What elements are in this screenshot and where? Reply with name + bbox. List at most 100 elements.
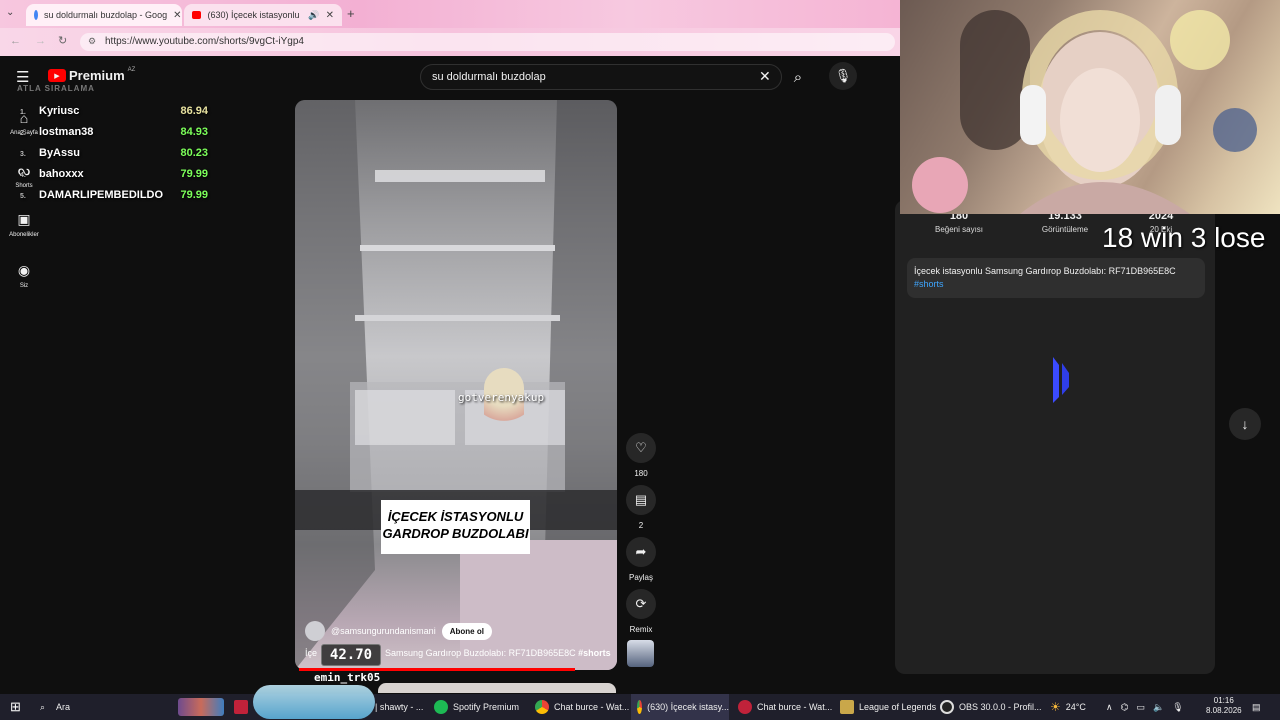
next-video-button[interactable]: ↓ [1229, 408, 1261, 440]
short-video-player[interactable] [295, 100, 617, 670]
sidebar-item-subscriptions[interactable]: ▣ Abonelikler [0, 211, 48, 238]
taskbar-app-label: Chat burce - Wat... [554, 702, 630, 712]
sidebar-item-you[interactable]: ◉ Siz [0, 262, 48, 289]
chrome-icon [535, 700, 549, 714]
speaker-icon[interactable]: 🔊 [308, 10, 319, 21]
clock[interactable]: 01:16 8.08.2026 [1206, 694, 1242, 720]
leaderboard-rank: 5. [20, 193, 26, 200]
weather-temp: 24°C [1065, 702, 1086, 712]
comment-button[interactable]: ▤ 2 [626, 485, 656, 530]
url-text: https://www.youtube.com/shorts/9vgCt-iYg… [105, 36, 304, 47]
sidebar-item-label: Abonelikler [9, 232, 39, 238]
taskbar-app-chrome-youtube[interactable]: (630) İçecek istasy... [631, 694, 729, 720]
sidebar-item-label: Siz [19, 283, 29, 289]
arrow-down-icon: ↓ [1241, 416, 1249, 432]
taskbar-app-label: Spotify Premium [453, 702, 520, 712]
tab-list-button[interactable]: ⌄ [6, 7, 14, 18]
search-icon: ⌕ [40, 701, 46, 712]
remix-button[interactable]: ⟳ Remix [626, 589, 656, 634]
leaderboard-row: 4. bahoxxx 79.99 [8, 166, 218, 186]
youtube-logo[interactable]: ▶ Premium AZ [48, 67, 135, 83]
leaderboard-score: 84.93 [180, 126, 208, 138]
tab-label: (630) İçecek istasyonlu San [207, 10, 302, 20]
volume-icon[interactable]: 🔈 [1153, 702, 1164, 713]
weather-icon: ☀ [1050, 700, 1061, 714]
taskbar-app-opera-chat[interactable]: Chat burce - Wat... [738, 694, 832, 720]
account-icon: ◉ [17, 262, 31, 278]
video-title-prefix: İçe [305, 648, 318, 658]
search-icon: ⌕ [793, 68, 803, 86]
close-icon[interactable]: ✕ [173, 10, 181, 21]
reload-icon[interactable]: ↻ [58, 34, 67, 47]
taskbar-widget-image[interactable] [178, 694, 224, 720]
start-button[interactable]: ⊞ [10, 694, 21, 720]
address-bar[interactable]: ⚙ https://www.youtube.com/shorts/9vgCt-i… [80, 33, 895, 51]
video-title-tag: #shorts [578, 648, 611, 658]
close-icon[interactable]: ✕ [326, 10, 334, 21]
taskbar-app-label: League of Legends [859, 702, 937, 712]
overlay-avatar [484, 368, 524, 440]
taskbar-app-adobe[interactable] [234, 694, 248, 720]
search-button[interactable]: ⌕ [782, 64, 814, 90]
taskbar-app-league[interactable]: League of Legends [840, 694, 936, 720]
channel-avatar[interactable] [305, 621, 325, 641]
tab-youtube[interactable]: (630) İçecek istasyonlu San 🔊 ✕ [184, 4, 342, 26]
overlay-username: gotverenyakup [458, 391, 545, 404]
leaderboard-name: DAMARLIPEMBEDILDO [39, 189, 164, 201]
battery-icon[interactable]: ▭ [1136, 702, 1145, 713]
voice-search-button[interactable]: 🎙 [829, 62, 857, 90]
browser-tab-strip: ⌄ su doldurmalı buzdolap - Goog ✕ (630) … [0, 0, 900, 28]
webcam-feed [900, 0, 1280, 214]
spotify-icon [434, 700, 448, 714]
notification-button[interactable]: ▤ [1252, 694, 1261, 720]
subscribe-button[interactable]: Abone ol [441, 622, 492, 640]
video-caption: İÇECEK İSTASYONLU GARDROP BUZDOLABI [381, 500, 530, 554]
share-icon: ➦ [626, 537, 656, 567]
win-loss-counter: 18 win 3 lose [1102, 222, 1266, 253]
taskbar-app-shawty[interactable]: | shawty - ... [375, 694, 423, 720]
obs-icon [940, 700, 954, 714]
microphone-icon[interactable]: 🎙 [1172, 702, 1183, 713]
taskbar-app-chrome-chat[interactable]: Chat burce - Wat... [535, 694, 629, 720]
league-icon [840, 700, 854, 714]
channel-row: @samsungurundanismani Abone ol [305, 621, 492, 641]
tab-google-search[interactable]: su doldurmalı buzdolap - Goog ✕ [26, 4, 182, 26]
like-button[interactable]: ♡ 180 [626, 433, 656, 478]
tab-label: su doldurmalı buzdolap - Goog [44, 10, 168, 20]
microphone-icon: 🎙 [834, 68, 852, 83]
system-tray[interactable]: ∧ ⌬ ▭ 🔈 🎙 [1106, 694, 1184, 720]
share-button[interactable]: ➦ Paylaş [626, 537, 656, 582]
chevron-up-icon[interactable]: ∧ [1106, 702, 1113, 713]
remix-label: Remix [629, 625, 653, 634]
next-short-preview [378, 683, 616, 693]
network-icon[interactable]: ⌬ [1121, 702, 1129, 713]
adobe-icon [234, 700, 248, 714]
search-input[interactable]: su doldurmalı buzdolap [420, 64, 782, 90]
sound-thumbnail[interactable] [627, 640, 654, 667]
taskbar-app-spotify[interactable]: Spotify Premium [434, 694, 519, 720]
taskbar-app-label: Chat burce - Wat... [757, 702, 833, 712]
notification-icon: ▤ [1252, 701, 1261, 712]
google-icon [34, 10, 38, 20]
leaderboard-rank: 4. [20, 172, 26, 179]
share-label: Paylaş [628, 573, 653, 582]
stat-label: Beğeni sayısı [934, 225, 984, 234]
channel-name[interactable]: @samsungurundanismani [331, 626, 436, 636]
new-tab-button[interactable]: + [347, 6, 355, 21]
leaderboard-score: 80.23 [180, 147, 208, 159]
chrome-icon [637, 700, 643, 714]
forward-icon[interactable]: → [35, 35, 46, 47]
taskbar-search[interactable]: ⌕ Ara [40, 694, 70, 720]
comment-icon: ▤ [626, 485, 656, 515]
leaderboard-score: 79.99 [180, 189, 208, 201]
description-tag[interactable]: #shorts [914, 278, 1198, 291]
taskbar-app-obs[interactable]: OBS 30.0.0 - Profil... [940, 694, 1042, 720]
clock-date: 8.08.2026 [1206, 706, 1242, 715]
clear-search-icon[interactable]: ✕ [759, 68, 771, 85]
description-card[interactable]: İçecek istasyonlu Samsung Gardırop Buzdo… [907, 258, 1205, 298]
site-info-icon[interactable]: ⚙ [88, 36, 96, 47]
weather-widget[interactable]: ☀ 24°C [1050, 694, 1086, 720]
leaderboard-score: 79.99 [180, 168, 208, 180]
like-icon: ♡ [626, 433, 656, 463]
back-icon[interactable]: ← [10, 35, 21, 47]
